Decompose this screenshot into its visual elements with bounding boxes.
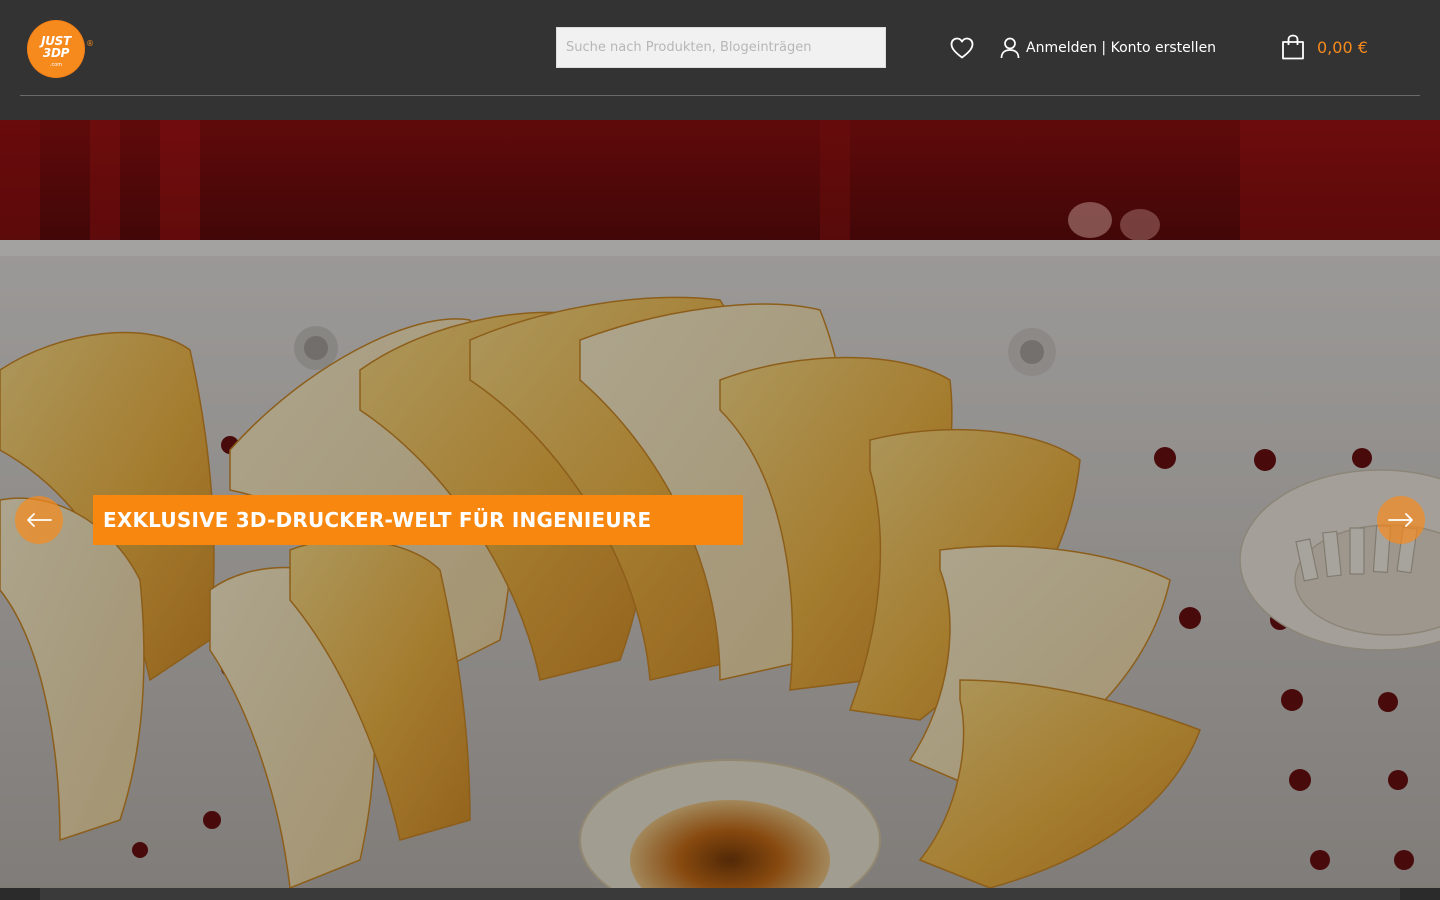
logo-registered-mark: ® (86, 39, 94, 48)
hero-caption-text: EXKLUSIVE 3D-DRUCKER-WELT FÜR INGENIEURE (103, 508, 652, 532)
wishlist-button[interactable] (950, 37, 974, 59)
hero-caption[interactable]: EXKLUSIVE 3D-DRUCKER-WELT FÜR INGENIEURE (93, 495, 743, 545)
arrow-left-icon (27, 513, 52, 527)
user-icon[interactable] (1000, 37, 1020, 59)
logo-sub: .com (49, 62, 63, 68)
content-strip (0, 888, 1440, 900)
slider-next-button[interactable] (1377, 496, 1425, 544)
account-separator: | (1096, 40, 1111, 56)
account-links: Anmelden | Konto erstellen (1000, 36, 1216, 60)
cart-button[interactable]: 0,00 € (1281, 34, 1368, 60)
content-strip-inner (40, 888, 1400, 900)
hero-slider: EXKLUSIVE 3D-DRUCKER-WELT FÜR INGENIEURE (0, 120, 1440, 888)
arrow-right-icon (1388, 513, 1413, 527)
account-text: Anmelden | Konto erstellen (1026, 40, 1216, 56)
register-link[interactable]: Konto erstellen (1111, 40, 1216, 56)
heart-icon (950, 37, 974, 59)
header-divider (20, 95, 1420, 96)
login-link[interactable]: Anmelden (1026, 40, 1097, 56)
slider-prev-button[interactable] (15, 496, 63, 544)
site-header: JUST 3DP .com ® Anmelden | Konto erstell… (0, 0, 1440, 120)
site-logo[interactable]: JUST 3DP .com ® (28, 21, 94, 79)
search-input[interactable] (556, 27, 886, 68)
cart-total: 0,00 € (1317, 37, 1368, 57)
logo-line2: 3DP (42, 46, 70, 60)
logo-wordmark: JUST 3DP (28, 35, 84, 59)
shopping-bag-icon (1282, 34, 1304, 60)
